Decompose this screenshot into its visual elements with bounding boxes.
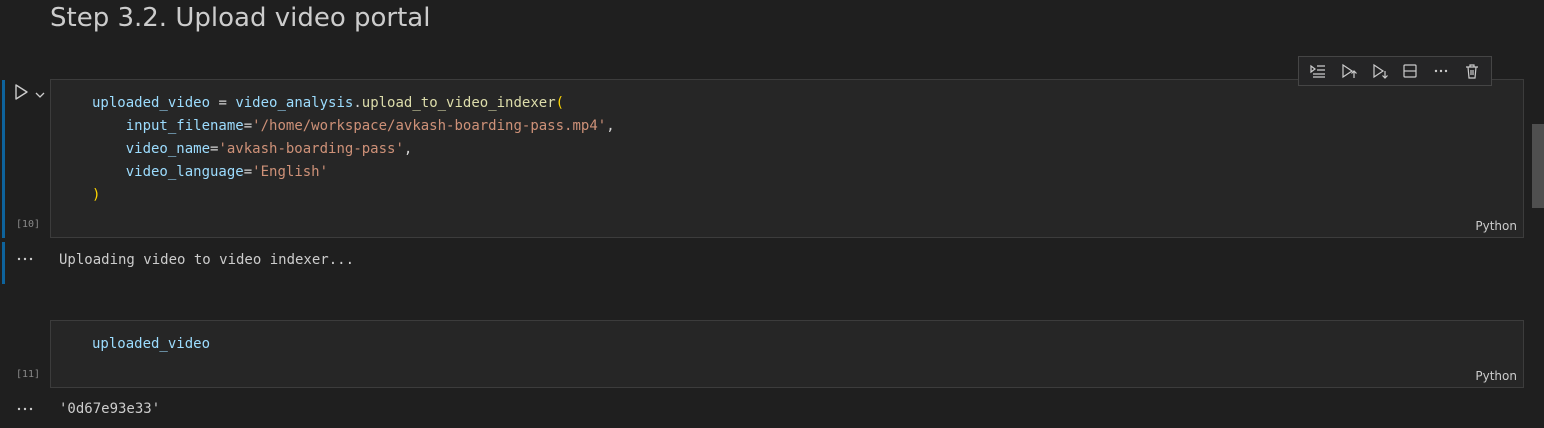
- code-cell[interactable]: uploaded_video = video_analysis.upload_t…: [50, 79, 1524, 238]
- code-token: '/home/workspace/avkash-boarding-pass.mp…: [252, 118, 607, 134]
- delete-cell-button[interactable]: [1460, 60, 1484, 82]
- code-token: 'English': [252, 164, 329, 180]
- code-token: (: [555, 95, 565, 111]
- code-token: 'avkash-boarding-pass': [218, 141, 404, 157]
- code-token: ,: [606, 118, 615, 134]
- execute-above-cells-button[interactable]: [1306, 60, 1330, 82]
- chevron-down-icon: [35, 92, 45, 98]
- ellipsis-icon: [17, 407, 33, 411]
- code-token: =: [243, 118, 253, 134]
- execute-above-cells-icon: [1310, 64, 1326, 78]
- section-heading: Step 3.2. Upload video portal: [50, 3, 431, 33]
- more-actions-icon: [1434, 69, 1448, 73]
- execution-count: [10]: [16, 219, 41, 230]
- run-cell-button[interactable]: [12, 83, 30, 101]
- run-options-button[interactable]: [34, 86, 46, 98]
- cell-language-label[interactable]: Python: [1475, 219, 1517, 233]
- more-actions-button[interactable]: [1429, 60, 1453, 82]
- code-editor[interactable]: uploaded_video = video_analysis.upload_t…: [92, 92, 615, 207]
- code-token: upload_to_video_indexer: [361, 95, 556, 111]
- code-token: video_language: [125, 164, 244, 180]
- code-line: video_name='avkash-boarding-pass',: [92, 141, 413, 157]
- code-editor[interactable]: uploaded_video: [92, 333, 210, 356]
- vertical-scrollbar-thumb[interactable]: [1532, 124, 1544, 208]
- cell-toolbar: [1298, 56, 1492, 86]
- cell-output-text: '0d67e93e33': [59, 401, 161, 417]
- cell-language-label[interactable]: Python: [1475, 369, 1517, 383]
- code-line: uploaded_video = video_analysis.upload_t…: [92, 95, 564, 111]
- execute-cell-and-below-icon: [1342, 63, 1357, 79]
- code-line: video_language='English': [92, 164, 328, 180]
- code-token: ,: [403, 141, 413, 157]
- run-cell-icon: [15, 84, 28, 100]
- cell-focus-bar: [2, 80, 5, 238]
- code-token: =: [243, 164, 253, 180]
- ellipsis-icon: [17, 257, 33, 261]
- code-token: .: [353, 95, 362, 111]
- code-token: video_name: [125, 141, 211, 157]
- split-cell-icon: [1403, 64, 1417, 78]
- code-token: uploaded_video: [92, 95, 211, 111]
- output-actions-ellipsis[interactable]: [16, 402, 34, 416]
- code-token: input_filename: [125, 118, 244, 134]
- code-token: video_analysis: [235, 95, 354, 111]
- split-cell-button[interactable]: [1398, 60, 1422, 82]
- run-below-icon: [1373, 63, 1388, 79]
- code-token: uploaded_video: [92, 336, 211, 352]
- code-token: =: [210, 95, 236, 111]
- delete-cell-icon: [1465, 64, 1478, 79]
- execute-cell-and-below-button[interactable]: [1337, 60, 1361, 82]
- code-cell[interactable]: uploaded_video Python: [50, 320, 1524, 388]
- output-focus-bar: [2, 242, 5, 284]
- code-line: ): [92, 187, 100, 203]
- execution-count: [11]: [16, 369, 41, 380]
- code-token: ): [92, 187, 101, 203]
- cell-output-text: Uploading video to video indexer...: [59, 252, 355, 268]
- code-line: input_filename='/home/workspace/avkash-b…: [92, 118, 615, 134]
- run-below-button[interactable]: [1368, 60, 1392, 82]
- output-actions-ellipsis[interactable]: [16, 252, 34, 266]
